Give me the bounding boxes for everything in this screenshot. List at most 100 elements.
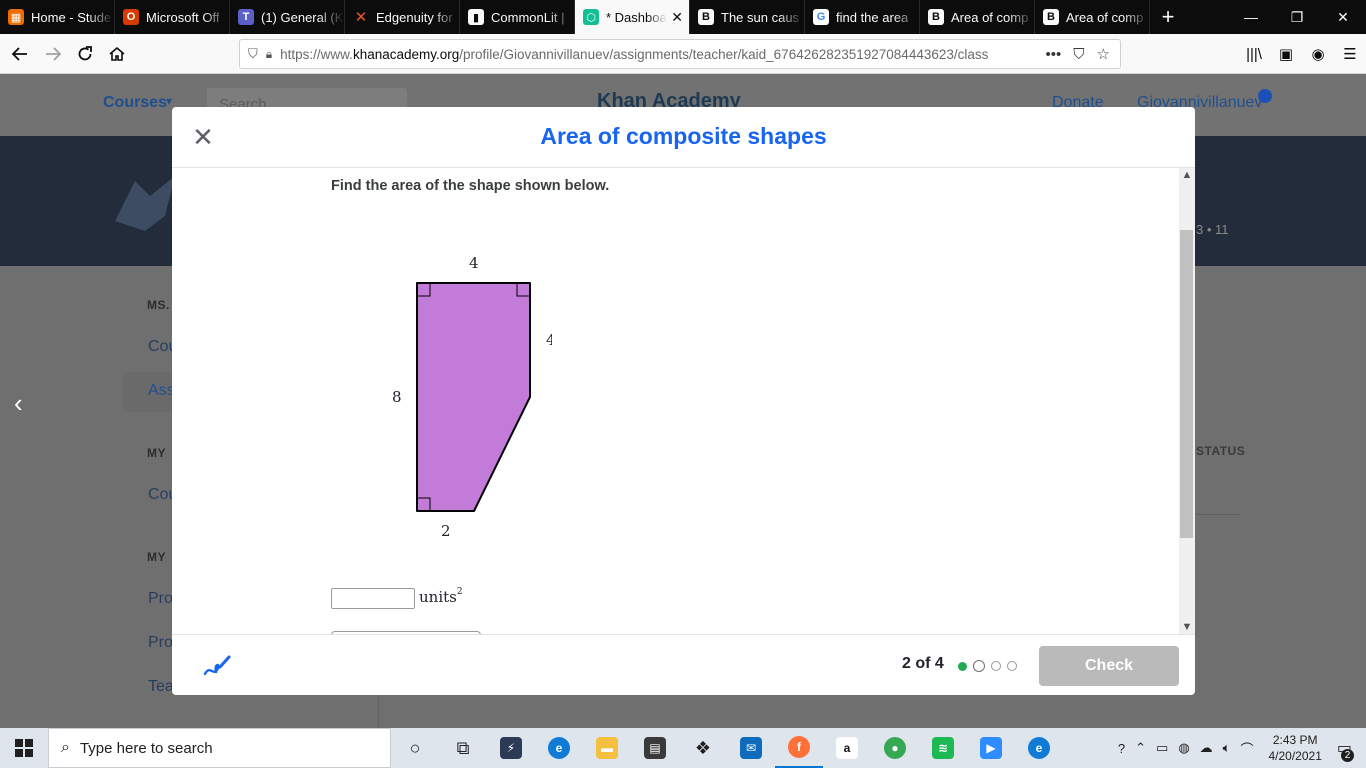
scroll-down-icon[interactable]: ▼ [1179, 620, 1195, 634]
brainly-icon: B [1043, 9, 1059, 25]
tab-commonlit[interactable]: ▮ CommonLit | [460, 0, 575, 34]
url-prefix: https://www. [280, 46, 353, 62]
courses-menu[interactable]: Courses [103, 94, 167, 112]
taskbar-search[interactable]: ⌕ Type here to search [48, 728, 391, 768]
progress-dot [1007, 661, 1017, 671]
progress-dot-current [973, 660, 985, 672]
forward-icon[interactable] [38, 39, 68, 69]
file-explorer-icon[interactable]: ▬ [583, 728, 631, 768]
mail-icon[interactable]: ✉ [727, 728, 775, 768]
notification-center-icon[interactable]: ▭2 [1337, 738, 1354, 762]
lock-icon[interactable]: 🔒︎ [266, 47, 272, 62]
label-left: 8 [392, 388, 402, 406]
url-path: /profile/Giovannivillanuev/assignments/t… [459, 46, 989, 62]
pocket-icon[interactable]: ⛉ [1073, 46, 1084, 63]
chevron-left-icon[interactable]: ‹ [14, 388, 23, 419]
scratchpad-icon[interactable] [202, 652, 232, 680]
sidebar-icon[interactable]: ▣ [1270, 39, 1302, 69]
notification-dot [1258, 89, 1272, 103]
windows-icon [15, 739, 33, 757]
khan-academy-icon: ⬡ [583, 9, 599, 25]
firefox-icon[interactable]: f [775, 728, 823, 768]
tab-sun-causes[interactable]: B The sun caus [690, 0, 805, 34]
battery-icon[interactable]: ▭ [1156, 740, 1168, 756]
restore-icon[interactable]: ❐ [1274, 0, 1320, 34]
page-actions-icon[interactable]: ••• [1046, 46, 1062, 63]
volume-icon[interactable]: 🔈︎ [1223, 740, 1231, 756]
exercise-modal: ✕ Area of composite shapes Find the area… [172, 107, 1195, 695]
tab-find-the-area[interactable]: Gfind the area [805, 0, 920, 34]
question-text: Find the area of the shape shown below. [331, 178, 610, 194]
label-top: 4 [469, 254, 479, 272]
answer-input[interactable] [331, 588, 415, 609]
office-icon: O [123, 9, 139, 25]
brainly-icon: B [698, 9, 714, 25]
spotify-icon[interactable]: ≋ [919, 728, 967, 768]
search-icon: ⌕ [61, 739, 70, 756]
book-icon: ▮ [468, 9, 484, 25]
sidebar-heading: MY [147, 446, 166, 460]
google-icon: G [813, 9, 829, 25]
modal-footer: 2 of 4 Check [172, 634, 1195, 695]
new-tab-button[interactable]: + [1150, 0, 1186, 34]
windows-taskbar: ⌕ Type here to search ○ ⧉ ⚡ e ▬ ▤ ❖ ✉ f … [0, 728, 1366, 768]
meet-now-icon[interactable]: ◍ [1178, 740, 1189, 756]
store-icon[interactable]: ▤ [631, 728, 679, 768]
amazon-icon[interactable]: a [823, 728, 871, 768]
sidebar-item-teachers[interactable]: Tea [148, 678, 174, 696]
tab-dashboard[interactable]: ⬡ * Dashboa ✕ [575, 0, 690, 34]
back-icon[interactable] [5, 39, 35, 69]
system-tray: ? ⌃ ▭ ◍ ☁ 🔈︎ ⌒ 2:43 PM 4/20/2021 ▭2 [1113, 728, 1366, 768]
zoom-icon[interactable]: ▶ [967, 728, 1015, 768]
sidebar-item-profile[interactable]: Pro [148, 590, 173, 608]
address-bar[interactable]: ⛉ 🔒︎ https://www. khanacademy.org/profile… [239, 39, 1121, 69]
reload-icon[interactable] [70, 39, 100, 69]
close-tab-icon[interactable]: ✕ [671, 9, 683, 26]
progress-dots [958, 660, 1017, 672]
menu-icon[interactable]: ☰ [1334, 39, 1366, 69]
shield-icon[interactable]: ⛉ [248, 46, 258, 62]
help-icon[interactable]: ? [1118, 741, 1125, 756]
cloud-icon[interactable]: ☁ [1200, 740, 1213, 756]
task-view-icon[interactable]: ⧉ [439, 728, 487, 768]
brainly-icon: B [928, 9, 944, 25]
clock[interactable]: 2:43 PM 4/20/2021 [1268, 732, 1321, 764]
sidebar-item-progress[interactable]: Pro [148, 634, 173, 652]
modal-title: Area of composite shapes [540, 123, 827, 149]
library-icon[interactable]: |||\ [1238, 39, 1270, 69]
edge-beta-icon[interactable]: e [1015, 728, 1063, 768]
url-domain: khanacademy.org [352, 46, 460, 62]
tab-teams[interactable]: T (1) General (K [230, 0, 345, 34]
wifi-icon[interactable]: ⌒ [1240, 739, 1253, 758]
minimize-icon[interactable]: — [1228, 0, 1274, 34]
edge-icon[interactable]: e [535, 728, 583, 768]
office-icon: ▦ [8, 9, 24, 25]
progress-dot-complete [958, 661, 967, 671]
scroll-up-icon[interactable]: ▲ [1179, 168, 1195, 182]
dropbox-icon[interactable]: ❖ [679, 728, 727, 768]
shape-polygon [416, 282, 531, 512]
cortana-icon[interactable]: ○ [391, 728, 439, 768]
chrome-icon[interactable]: ● [871, 728, 919, 768]
close-window-icon[interactable]: ✕ [1320, 0, 1366, 34]
tab-microsoft-office[interactable]: O Microsoft Off [115, 0, 230, 34]
chevron-up-icon[interactable]: ⌃ [1135, 740, 1146, 756]
app-icon[interactable]: ⚡ [487, 728, 535, 768]
check-button[interactable]: Check [1039, 646, 1179, 686]
energy-points: 3 • 11 [1196, 222, 1229, 237]
start-button[interactable] [0, 728, 48, 768]
tab-area-of-comp-2[interactable]: B Area of comp [1035, 0, 1150, 34]
bookmark-star-icon[interactable]: ☆ [1097, 45, 1110, 63]
navigation-toolbar: ⛉ 🔒︎ https://www. khanacademy.org/profile… [0, 34, 1366, 74]
caret-down-icon: ▾ [166, 94, 173, 108]
tab-area-of-comp-1[interactable]: B Area of comp [920, 0, 1035, 34]
scrollbar[interactable]: ▲ ▼ [1179, 168, 1195, 634]
tab-home[interactable]: ▦ Home - Stude [0, 0, 115, 34]
tab-edgenuity[interactable]: ✕ Edgenuity for [345, 0, 460, 34]
home-icon[interactable] [102, 39, 132, 69]
progress-text: 2 of 4 [902, 655, 944, 672]
edgenuity-icon: ✕ [354, 9, 368, 26]
account-icon[interactable]: ◉ [1302, 39, 1334, 69]
scrollbar-thumb[interactable] [1180, 230, 1193, 538]
exercise-content: Find the area of the shape shown below. … [172, 168, 1195, 634]
